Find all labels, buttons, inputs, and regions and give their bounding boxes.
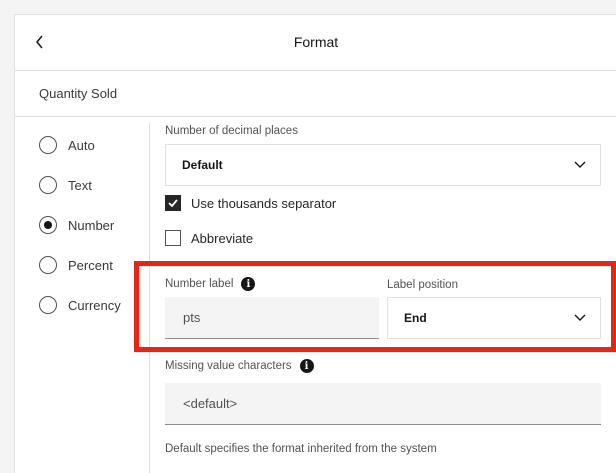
radio-label: Currency [68, 297, 121, 313]
number-label-label: Number label i [165, 277, 256, 291]
information-icon[interactable]: i [241, 277, 256, 291]
helper-text: Default specifies the format inherited f… [165, 443, 437, 455]
radio-currency[interactable]: Currency [39, 285, 121, 325]
thousands-separator-checkbox[interactable]: Use thousands separator [165, 195, 336, 211]
chevron-down-icon [574, 161, 586, 168]
label-text: Missing value characters [165, 360, 292, 372]
label-text: Number label [165, 278, 234, 290]
radio-label: Text [68, 177, 92, 193]
checkbox-label: Abbreviate [191, 230, 254, 246]
label-position-select[interactable]: End [387, 297, 601, 339]
radio-label: Percent [68, 257, 113, 273]
vertical-divider [149, 123, 150, 473]
information-icon[interactable]: i [299, 359, 314, 373]
radio-auto[interactable]: Auto [39, 125, 121, 165]
format-panel: Format Quantity Sold Auto Text Number Pe… [14, 14, 616, 473]
panel-header: Format [15, 15, 616, 71]
radio-label: Number [68, 217, 115, 233]
radio-number[interactable]: Number [39, 205, 121, 245]
checkbox-icon [165, 230, 181, 246]
radio-button-icon [39, 136, 57, 154]
decimal-places-select[interactable]: Default [165, 144, 601, 186]
chevron-down-icon [574, 314, 586, 321]
column-name-bar: Quantity Sold [15, 71, 616, 117]
radio-button-icon [39, 256, 57, 274]
missing-value-input[interactable]: <default> [165, 383, 601, 425]
abbreviate-checkbox[interactable]: Abbreviate [165, 230, 253, 246]
column-name: Quantity Sold [39, 86, 118, 101]
radio-percent[interactable]: Percent [39, 245, 121, 285]
missing-value-label: Missing value characters i [165, 359, 314, 373]
radio-button-icon [39, 176, 57, 194]
radio-button-icon [39, 296, 57, 314]
checkbox-checked-icon [165, 195, 181, 211]
checkbox-label: Use thousands separator [191, 195, 337, 211]
radio-label: Auto [68, 137, 95, 153]
radio-button-checked-icon [39, 216, 57, 234]
format-type-radio-group: Auto Text Number Percent Currency [39, 125, 121, 325]
select-value: End [404, 311, 427, 325]
select-value: Default [182, 158, 223, 172]
panel-title: Format [293, 34, 339, 50]
label-position-label: Label position [387, 279, 458, 291]
number-label-input[interactable]: pts [165, 297, 379, 339]
radio-text[interactable]: Text [39, 165, 121, 205]
decimal-places-label: Number of decimal places [165, 125, 298, 137]
